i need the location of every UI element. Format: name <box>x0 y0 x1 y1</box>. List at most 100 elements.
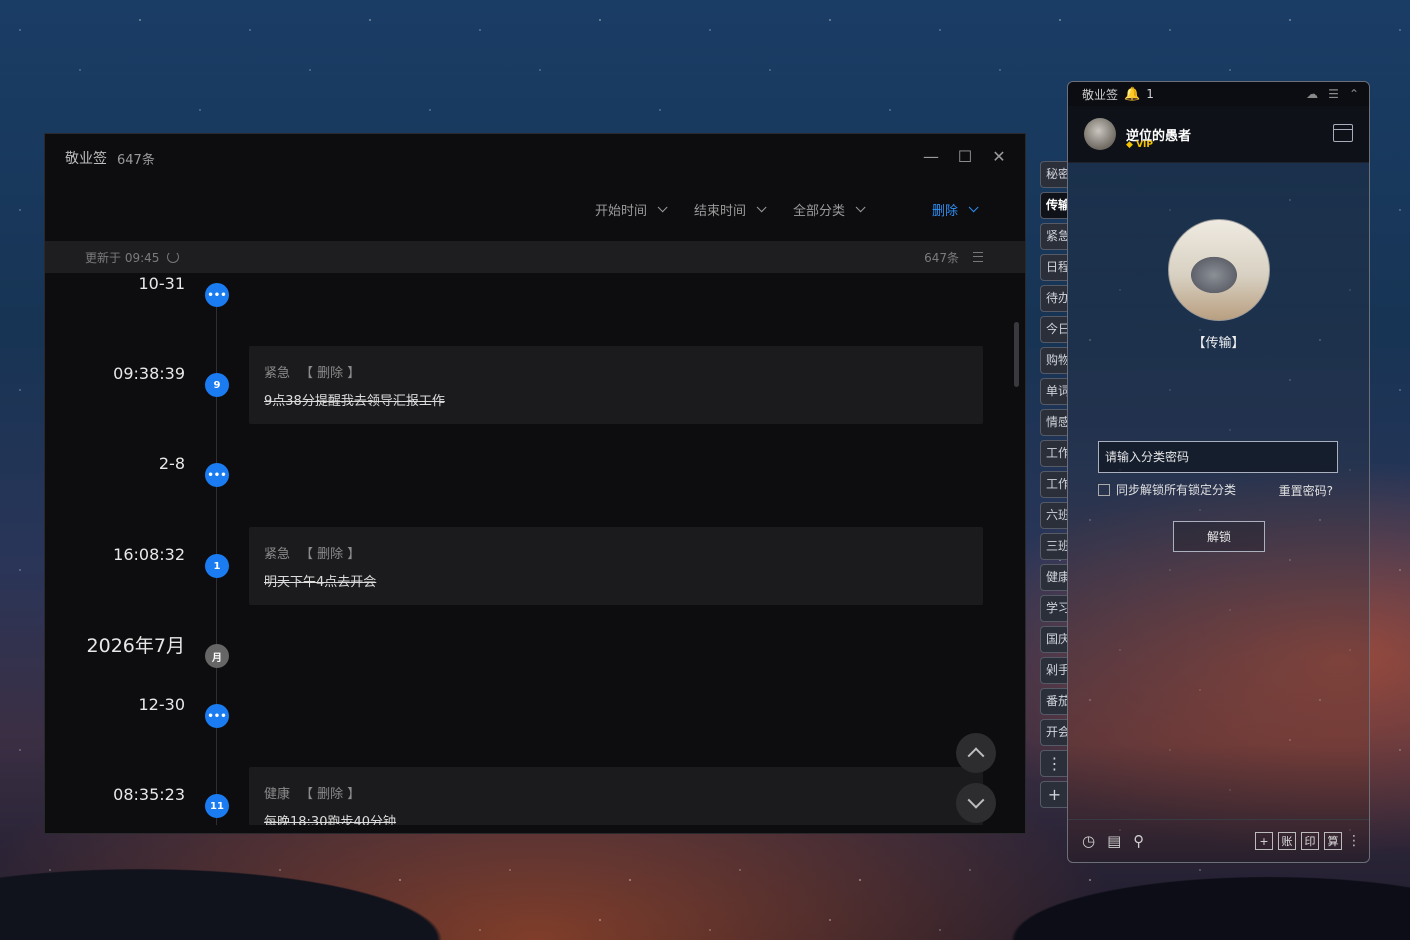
tab-category[interactable]: 秘密 <box>1040 161 1068 188</box>
account-tool-button[interactable]: 账 <box>1278 832 1296 850</box>
tab-category[interactable]: 剁手 <box>1040 657 1068 684</box>
minimize-icon[interactable]: — <box>921 146 941 166</box>
app-title: 敬业签 <box>65 151 107 167</box>
timeline-time: 09:38:39 <box>113 363 185 383</box>
filter-end-time[interactable]: 结束时间 <box>693 200 767 219</box>
timeline-date: 2-8 <box>158 453 185 473</box>
scroll-down-button[interactable] <box>956 783 996 823</box>
total-count: 647条 <box>924 250 959 265</box>
close-icon[interactable]: ✕ <box>989 146 1009 166</box>
chevron-up-icon <box>967 747 985 765</box>
filter-delete[interactable]: 删除 <box>931 200 979 219</box>
more-dot[interactable]: ••• <box>205 463 229 487</box>
sync-label: 同步解锁所有锁定分类 <box>1116 483 1237 497</box>
count-dot[interactable]: 1 <box>205 554 229 578</box>
chevron-down-icon <box>756 202 767 213</box>
tab-category[interactable]: 情感 <box>1040 409 1068 436</box>
more-tabs-button[interactable]: ⋮ <box>1040 750 1068 777</box>
avatar[interactable] <box>1084 118 1116 150</box>
tab-category[interactable]: 日程 <box>1040 254 1068 281</box>
vip-label: VIP <box>1136 140 1153 150</box>
footer-tools: + 账 印 算 ⋮ <box>1255 832 1361 850</box>
filter-label: 全部分类 <box>792 204 845 219</box>
tab-category[interactable]: 紧急 <box>1040 223 1068 250</box>
tab-category[interactable]: 今日 <box>1040 316 1068 343</box>
note-card[interactable]: 紧急【 删除 】 9点38分提醒我去领导汇报工作 <box>249 346 983 424</box>
cloud-icon[interactable]: ☁ <box>1306 87 1318 101</box>
timeline-date: 12-30 <box>138 694 186 714</box>
filter-category[interactable]: 全部分类 <box>792 200 866 219</box>
note-text: 明天下午4点去开会 <box>264 575 377 590</box>
more-dot[interactable]: ••• <box>205 704 229 728</box>
timeline-time: 08:35:23 <box>113 784 185 804</box>
tab-category[interactable]: 国庆 <box>1040 626 1068 653</box>
updated-time: 更新于 09:45 <box>85 250 160 265</box>
archive-icon[interactable]: ▤ <box>1107 832 1121 850</box>
sync-checkbox[interactable] <box>1098 483 1110 496</box>
chevron-down-icon <box>967 791 985 809</box>
tab-category[interactable]: 单词 <box>1040 378 1068 405</box>
timeline-time: 16:08:32 <box>113 544 185 564</box>
filter-start-time[interactable]: 开始时间 <box>595 200 668 219</box>
note-delete-action[interactable]: 【 删除 】 <box>300 543 360 562</box>
timeline-month: 2026年7月 <box>86 634 185 657</box>
title-bar: 敬业签 647条 <box>45 134 1025 182</box>
password-input[interactable] <box>1098 441 1338 473</box>
widget-tools: ☁ ☰ ⌃ <box>1306 87 1359 101</box>
tab-category[interactable]: 待办 <box>1040 285 1068 312</box>
calc-tool-button[interactable]: 算 <box>1324 832 1342 850</box>
add-button[interactable]: + <box>1255 832 1273 850</box>
category-name: 【传输】 <box>1192 336 1245 351</box>
tab-category[interactable]: 六班 <box>1040 502 1068 529</box>
scroll-up-button[interactable] <box>956 733 996 773</box>
collapse-icon[interactable]: ⌃ <box>1349 87 1359 101</box>
tab-category[interactable]: 工作 <box>1040 471 1068 498</box>
print-tool-button[interactable]: 印 <box>1301 832 1319 850</box>
filter-label: 结束时间 <box>693 204 746 219</box>
note-delete-action[interactable]: 【 删除 】 <box>300 362 360 381</box>
note-category: 紧急 <box>264 547 291 562</box>
count-dot[interactable]: 11 <box>205 794 229 818</box>
tab-category[interactable]: 学习 <box>1040 595 1068 622</box>
widget-app-name: 敬业签 <box>1082 87 1119 102</box>
more-icon[interactable]: ⋮ <box>1347 833 1361 849</box>
side-widget: 敬业签 🔔 1 ☁ ☰ ⌃ 逆位的愚者 ◆ VIP 【传输】 同步解锁所有锁定分… <box>1067 81 1370 863</box>
widget-footer: ◷ ▤ ⚲ + 账 印 算 ⋮ <box>1068 819 1369 862</box>
month-dot[interactable]: 月 <box>205 644 229 668</box>
timeline-date: 10-31 <box>138 273 186 293</box>
menu-icon[interactable]: ☰ <box>1328 87 1339 101</box>
tab-category[interactable]: 番茄 <box>1040 688 1068 715</box>
refresh-icon[interactable] <box>167 251 180 263</box>
tab-category[interactable]: 三班 <box>1040 533 1068 560</box>
list-icon[interactable] <box>973 252 983 262</box>
calendar-icon[interactable] <box>1333 124 1353 142</box>
sync-unlock-row: 同步解锁所有锁定分类 <box>1098 481 1236 498</box>
tab-category[interactable]: 健康 <box>1040 564 1068 591</box>
count-dot[interactable]: 9 <box>205 373 229 397</box>
widget-header: 敬业签 🔔 1 ☁ ☰ ⌃ <box>1068 82 1369 106</box>
status-bar: 更新于 09:45 647条 <box>45 241 1025 273</box>
scrollbar-thumb[interactable] <box>1014 322 1019 387</box>
tab-category-active[interactable]: 传输 <box>1040 192 1068 219</box>
note-text: 每晚18:30跑步40分钟 <box>264 815 397 825</box>
tab-category[interactable]: 购物 <box>1040 347 1068 374</box>
bell-icon[interactable]: 🔔 <box>1124 87 1140 102</box>
add-tab-button[interactable]: + <box>1040 781 1068 808</box>
note-text: 9点38分提醒我去领导汇报工作 <box>264 394 445 409</box>
clock-icon[interactable]: ◷ <box>1082 832 1095 850</box>
reset-password-link[interactable]: 重置密码? <box>1279 482 1333 499</box>
chevron-down-icon <box>657 202 668 213</box>
category-avatar <box>1168 219 1270 321</box>
notification-count: 1 <box>1146 87 1154 101</box>
note-card[interactable]: 紧急【 删除 】 明天下午4点去开会 <box>249 527 983 605</box>
note-card[interactable]: 健康【 删除 】 每晚18:30跑步40分钟 <box>249 767 983 825</box>
search-icon[interactable]: ⚲ <box>1133 832 1144 850</box>
vip-badge: ◆ VIP <box>1126 140 1153 150</box>
note-delete-action[interactable]: 【 删除 】 <box>300 783 360 802</box>
more-dot[interactable]: ••• <box>205 283 229 307</box>
tab-category[interactable]: 工作 <box>1040 440 1068 467</box>
tab-category[interactable]: 开会 <box>1040 719 1068 746</box>
unlock-button[interactable]: 解锁 <box>1173 521 1265 552</box>
filter-label: 删除 <box>931 204 958 219</box>
maximize-icon[interactable]: ☐ <box>955 146 975 166</box>
